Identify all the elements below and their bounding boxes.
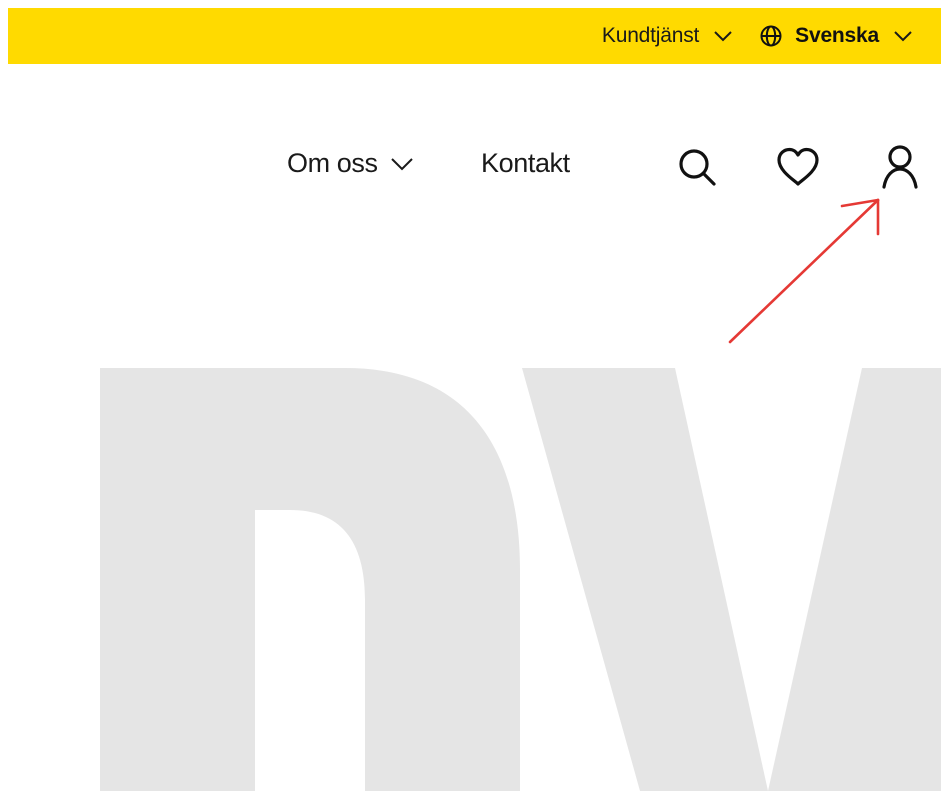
logo-letter-v-right <box>768 368 941 791</box>
page: Kundtjänst Svenska Om oss Kontakt <box>0 0 941 791</box>
nav-about-label: Om oss <box>287 148 378 178</box>
language-selector[interactable]: Svenska <box>759 24 913 48</box>
nav-contact-label: Kontakt <box>481 148 570 178</box>
hero-logo-letters <box>100 368 941 791</box>
customer-service-label: Kundtjänst <box>601 24 700 47</box>
customer-service-dropdown[interactable]: Kundtjänst <box>602 24 733 48</box>
logo-letter-d <box>100 368 520 791</box>
nav-contact[interactable]: Kontakt <box>481 148 570 179</box>
search-button[interactable] <box>672 142 722 192</box>
logo-letter-v <box>522 368 768 791</box>
nav-about-us[interactable]: Om oss <box>287 148 414 179</box>
favorites-button[interactable] <box>773 142 823 192</box>
account-button[interactable] <box>875 142 925 192</box>
top-utility-bar: Kundtjänst Svenska <box>8 8 941 64</box>
chevron-down-icon <box>390 157 413 170</box>
heart-icon <box>777 147 819 186</box>
search-icon <box>679 149 716 186</box>
annotation-arrow <box>728 198 880 344</box>
user-icon <box>882 145 918 189</box>
chevron-down-icon <box>894 31 912 42</box>
chevron-down-icon <box>714 31 732 42</box>
globe-icon <box>760 25 782 47</box>
main-navigation: Om oss Kontakt <box>0 130 941 210</box>
language-label: Svenska <box>795 24 879 47</box>
